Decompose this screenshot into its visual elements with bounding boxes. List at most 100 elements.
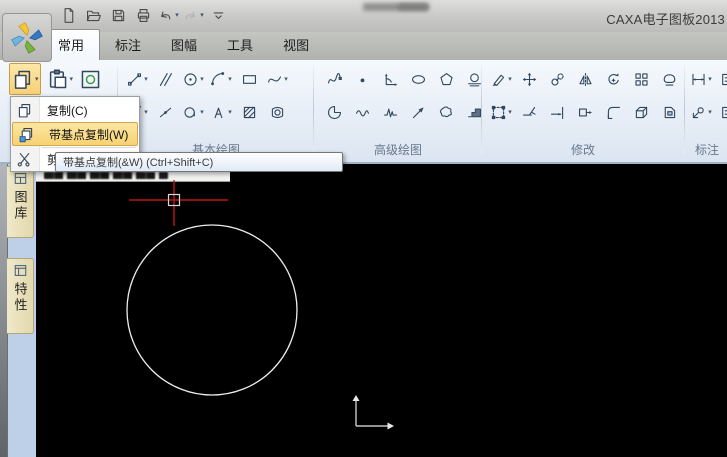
fillet-button[interactable] (601, 99, 625, 125)
open-file-button[interactable] (81, 3, 105, 27)
tangent-circle-button[interactable] (462, 66, 486, 92)
tab-dimension[interactable]: 标注 (100, 30, 156, 60)
spline-button[interactable]: ▾ (265, 66, 289, 92)
arc-button[interactable]: ▾ (209, 66, 233, 92)
chamfer-icon (661, 104, 678, 121)
sample-curve-button[interactable] (378, 99, 402, 125)
ellipse-icon (410, 71, 427, 88)
sidebar-tab-library[interactable]: 图库 (7, 166, 34, 238)
partial-button[interactable] (717, 99, 727, 125)
formula-curve-button[interactable]: ▾ (181, 99, 205, 125)
segment-button[interactable] (153, 99, 177, 125)
dropdown-arrow-icon[interactable]: ▾ (200, 108, 204, 116)
wave-line-icon (354, 104, 371, 121)
axis-icon (382, 71, 399, 88)
sidebar-tab-properties[interactable]: 特性 (7, 258, 34, 334)
scale-button[interactable]: ▾ (489, 99, 513, 125)
dropdown-arrow-icon[interactable]: ▾ (200, 75, 204, 83)
move-button[interactable] (517, 66, 541, 92)
window-title: CAXA电子图板2013 (606, 12, 725, 27)
text-button[interactable]: ▾ (209, 99, 233, 125)
mirror-button[interactable] (573, 66, 597, 92)
pie-icon (326, 104, 343, 121)
redo-button[interactable]: ▾ (181, 3, 205, 27)
menu-item-label: 复制(C) (47, 103, 88, 118)
group-separator (481, 66, 482, 154)
contour-button[interactable] (434, 99, 458, 125)
mirror-icon (577, 71, 594, 88)
undo-button[interactable]: ▾ (156, 3, 180, 27)
basic-draw-row1: ▾ ▾ ▾ ▾ (120, 63, 312, 95)
circle-button[interactable]: ▾ (181, 66, 205, 92)
stretch-icon (577, 104, 594, 121)
dropdown-arrow-icon[interactable]: ▾ (35, 75, 39, 83)
stretch-button[interactable] (573, 99, 597, 125)
point-button[interactable] (350, 66, 374, 92)
copy-button[interactable]: ▾ (9, 63, 41, 95)
axis-button[interactable] (378, 66, 402, 92)
partial-button[interactable] (717, 66, 727, 92)
fillet-icon (605, 104, 622, 121)
dropdown-arrow-icon[interactable]: ▾ (70, 75, 74, 83)
dropdown-arrow-icon[interactable]: ▾ (708, 108, 712, 116)
dropdown-arrow-icon[interactable]: ▾ (144, 108, 148, 116)
chamfer-button[interactable] (657, 99, 681, 125)
dropdown-arrow-icon[interactable]: ▾ (228, 108, 232, 116)
dropdown-arrow-icon[interactable]: ▾ (508, 108, 512, 116)
paste-button[interactable]: ▾ (45, 64, 75, 94)
array-button[interactable] (629, 66, 653, 92)
tab-frame[interactable]: 图幅 (156, 30, 212, 60)
partial-icon (721, 104, 727, 121)
extend-button[interactable] (545, 99, 569, 125)
dropdown-arrow-icon[interactable]: ▾ (144, 75, 148, 83)
stamp-button[interactable] (657, 66, 681, 92)
coordinate-icon (690, 104, 707, 121)
menu-item-copy-with-base[interactable]: 带基点复制(W) (12, 122, 138, 146)
drawing-canvas[interactable] (36, 164, 727, 457)
ellipse-button[interactable] (406, 66, 430, 92)
new-doc-button[interactable] (56, 3, 80, 27)
group-label-modify: 修改 (570, 143, 595, 157)
tab-view[interactable]: 视图 (268, 30, 324, 60)
tab-tools[interactable]: 工具 (212, 30, 268, 60)
format-brush-button[interactable] (78, 64, 103, 94)
dimension-row2: ▾ (687, 96, 727, 128)
line-button[interactable]: ▾ (125, 66, 149, 92)
arrow-button[interactable] (406, 99, 430, 125)
save-button[interactable] (106, 3, 130, 27)
qat-customize-button[interactable] (206, 3, 230, 27)
polygon-button[interactable] (434, 66, 458, 92)
menu-item-copy[interactable]: 复制(C) (11, 98, 139, 122)
local-detail-button[interactable] (265, 99, 289, 125)
new-doc-icon (60, 7, 77, 24)
trim-button[interactable] (517, 99, 541, 125)
solid-block-button[interactable] (462, 99, 486, 125)
pie-button[interactable] (322, 99, 346, 125)
crosshair-cursor (129, 180, 228, 226)
dimension-button[interactable]: ▾ (689, 66, 713, 92)
save-icon (110, 7, 127, 24)
rotate-button[interactable] (601, 66, 625, 92)
rectangle-button[interactable] (237, 66, 261, 92)
wave-line-button[interactable] (350, 99, 374, 125)
print-button[interactable] (131, 3, 155, 27)
coordinate-button[interactable]: ▾ (689, 99, 713, 125)
erase-button[interactable]: ▾ (489, 66, 513, 92)
dropdown-arrow-icon[interactable]: ▾ (284, 75, 288, 83)
freehand-curve-button[interactable] (322, 66, 346, 92)
dropdown-arrow-icon[interactable]: ▾ (200, 11, 204, 19)
app-menu-button[interactable] (2, 13, 52, 62)
dropdown-arrow-icon[interactable]: ▾ (508, 75, 512, 83)
dropdown-arrow-icon[interactable]: ▾ (228, 75, 232, 83)
group-separator (313, 66, 314, 154)
dropdown-arrow-icon[interactable]: ▾ (175, 11, 179, 19)
offset-copy-button[interactable] (545, 66, 569, 92)
trim-icon (521, 104, 538, 121)
parallel-lines-button[interactable] (153, 66, 177, 92)
dimension-icon (690, 71, 707, 88)
drawn-circle[interactable] (126, 224, 298, 396)
hatch-button[interactable] (237, 99, 261, 125)
box3d-button[interactable] (629, 99, 653, 125)
offset-copy-icon (549, 71, 566, 88)
dropdown-arrow-icon[interactable]: ▾ (708, 75, 712, 83)
